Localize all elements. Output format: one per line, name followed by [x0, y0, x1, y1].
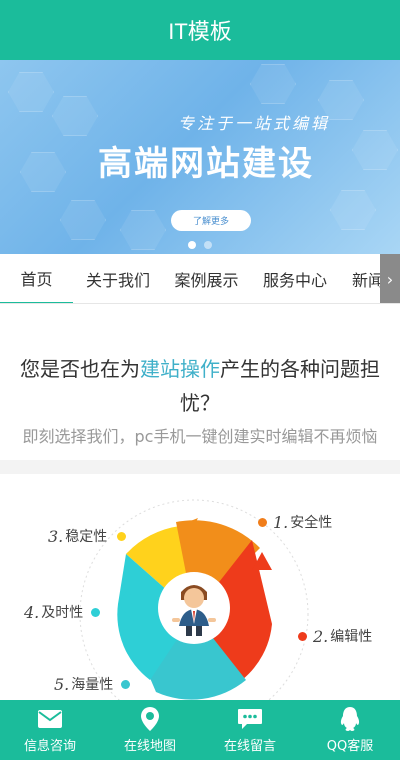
- carousel-dot[interactable]: [188, 241, 196, 249]
- carousel-indicators: [188, 241, 212, 249]
- mail-icon: [37, 706, 63, 732]
- hexagon-decoration: [250, 64, 296, 104]
- tabs-scroll-right-button[interactable]: ›: [380, 254, 400, 303]
- feature-dot: [117, 531, 127, 541]
- banner-headline: 高端网站建设: [98, 144, 314, 184]
- hero-banner[interactable]: 专注于一站式编辑 高端网站建设 了解更多: [0, 60, 400, 254]
- nav-info-consult[interactable]: 信息咨询: [0, 700, 100, 760]
- app-header: IT模板: [0, 0, 400, 60]
- map-pin-icon: [140, 706, 160, 732]
- question-prefix: 您是否也在为: [20, 357, 140, 381]
- feature-dot: [298, 631, 307, 641]
- hexagon-decoration: [20, 152, 66, 192]
- hexagon-decoration: [330, 190, 376, 230]
- feature-number: 5.: [54, 674, 70, 694]
- nav-label: 在线留言: [223, 739, 276, 754]
- hexagon-decoration: [52, 96, 98, 136]
- tab-home[interactable]: 首页: [0, 254, 73, 303]
- feature-number: 3.: [48, 526, 64, 546]
- feature-timeliness: 4. 及时性: [24, 602, 101, 622]
- feature-dot: [121, 679, 131, 689]
- nav-label: 信息咨询: [23, 739, 76, 754]
- feature-number: 1.: [273, 512, 289, 532]
- section-divider: [0, 460, 400, 474]
- feature-label: 安全性: [290, 515, 333, 531]
- hexagon-decoration: [60, 200, 106, 240]
- nav-label: 在线地图: [123, 739, 176, 754]
- question-heading: 您是否也在为建站操作产生的各种问题担忧？: [0, 352, 400, 420]
- nav-tabs: 首页 关于我们 案例展示 服务中心 新闻动 ›: [0, 254, 400, 304]
- tab-about[interactable]: 关于我们: [73, 254, 163, 303]
- features-diagram: 3. 稳定性 1. 安全性 4. 及时性 2. 编辑性 5. 海量性: [0, 474, 400, 700]
- nav-online-message[interactable]: 在线留言: [200, 700, 300, 760]
- features-wheel-graphic: [79, 499, 309, 700]
- carousel-dot[interactable]: [204, 241, 212, 249]
- feature-label: 海量性: [71, 677, 114, 693]
- feature-dot: [91, 607, 101, 617]
- question-subtext: 即刻选择我们，pc手机一键创建实时编辑不再烦恼: [22, 427, 378, 446]
- hexagon-decoration: [120, 210, 166, 250]
- hexagon-decoration: [8, 72, 54, 112]
- question-highlight: 建站操作: [140, 357, 220, 381]
- page-title: IT模板: [168, 19, 232, 44]
- feature-security: 1. 安全性: [258, 512, 332, 532]
- chat-bubble-icon: [237, 706, 263, 732]
- nav-online-map[interactable]: 在线地图: [100, 700, 200, 760]
- tab-services[interactable]: 服务中心: [250, 254, 340, 303]
- bottom-nav: 信息咨询 在线地图 在线留言 QQ客服: [0, 700, 400, 760]
- feature-volume: 5. 海量性: [54, 674, 131, 694]
- feature-editability: 2. 编辑性: [298, 626, 372, 646]
- feature-label: 稳定性: [65, 529, 108, 545]
- feature-number: 4.: [24, 602, 40, 622]
- feature-label: 编辑性: [330, 629, 373, 645]
- nav-label: QQ客服: [326, 739, 374, 754]
- hexagon-decoration: [352, 130, 398, 170]
- feature-stability: 3. 稳定性: [48, 526, 127, 546]
- feature-dot: [258, 517, 267, 527]
- tab-cases[interactable]: 案例展示: [163, 254, 250, 303]
- feature-label: 及时性: [41, 605, 84, 621]
- learn-more-button[interactable]: 了解更多: [171, 210, 251, 231]
- banner-subtitle: 专注于一站式编辑: [178, 114, 331, 133]
- feature-number: 2.: [313, 626, 329, 646]
- chevron-right-icon: ›: [386, 269, 394, 289]
- qq-penguin-icon: [339, 706, 361, 732]
- nav-qq-service[interactable]: QQ客服: [300, 700, 400, 760]
